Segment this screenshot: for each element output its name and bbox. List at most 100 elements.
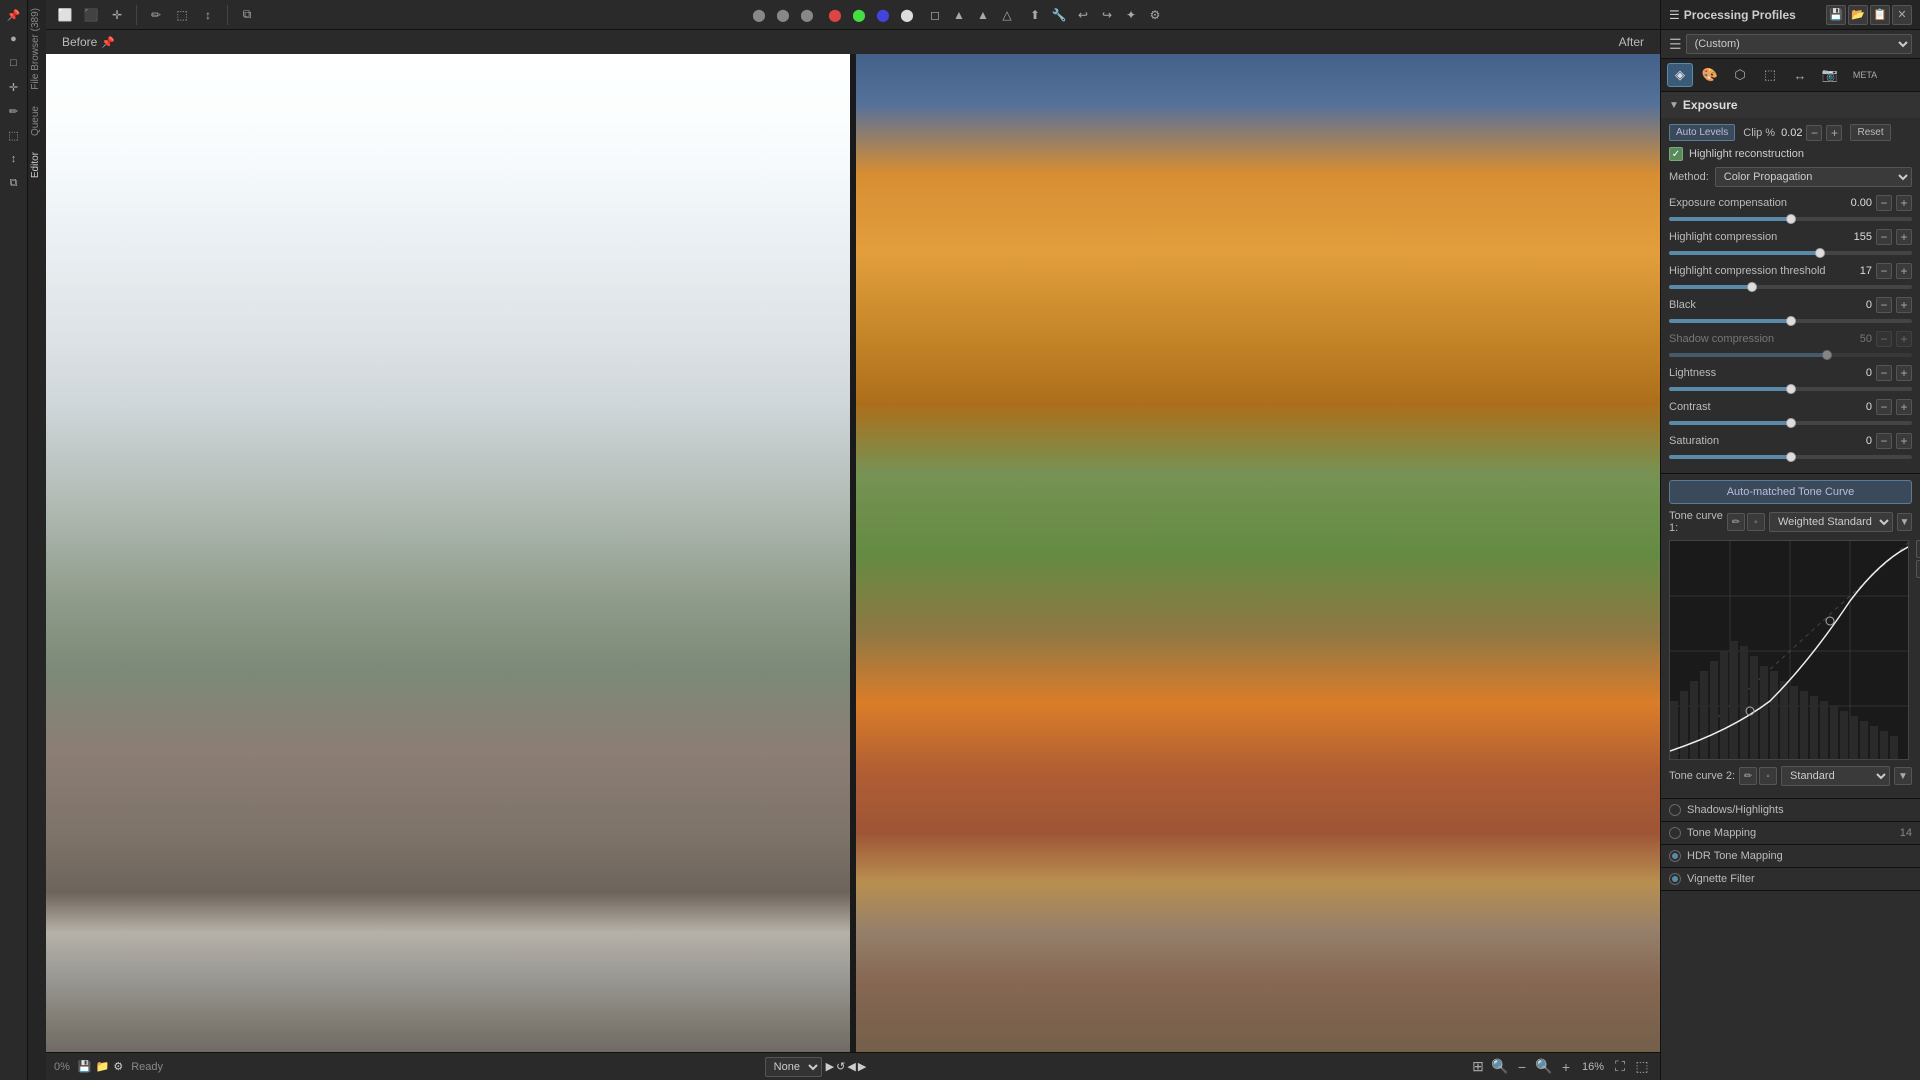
tb-indicator-2[interactable]: ⬤ — [772, 4, 794, 26]
lightness-plus[interactable]: + — [1896, 365, 1912, 381]
hl-thresh-minus[interactable]: − — [1876, 263, 1892, 279]
tb-triangle4[interactable]: △ — [996, 4, 1018, 26]
tb-icon-grid[interactable]: ⧉ — [3, 172, 25, 194]
status-prev-icon[interactable]: ◀ — [847, 1060, 855, 1073]
hl-comp-minus[interactable]: − — [1876, 229, 1892, 245]
vignette-filter-item[interactable]: Vignette Filter — [1661, 868, 1920, 891]
saturation-track[interactable] — [1669, 455, 1912, 459]
black-thumb[interactable] — [1786, 316, 1796, 326]
tab-local[interactable]: ⬚ — [1757, 63, 1783, 87]
tb-color-g[interactable]: ⬤ — [848, 4, 870, 26]
tc1-edit-icon[interactable]: ✏ — [1727, 513, 1745, 531]
tb-arrow[interactable]: ↕ — [197, 4, 219, 26]
exp-comp-minus[interactable]: − — [1876, 195, 1892, 211]
zoom-fit[interactable]: ⊞ — [1468, 1057, 1488, 1077]
tb-triangle3[interactable]: ▲ — [972, 4, 994, 26]
tb-undo[interactable]: ↩ — [1072, 4, 1094, 26]
label-editor[interactable]: Editor — [28, 144, 46, 186]
hl-comp-thumb[interactable] — [1815, 248, 1825, 258]
highlight-recon-checkbox[interactable]: ✓ — [1669, 147, 1683, 161]
black-minus[interactable]: − — [1876, 297, 1892, 313]
shadow-comp-thumb[interactable] — [1822, 350, 1832, 360]
fullscreen-btn[interactable]: ⛶ — [1610, 1057, 1630, 1077]
tb-icon-move[interactable]: ⬚ — [3, 124, 25, 146]
status-save-icon[interactable]: 💾 — [78, 1060, 92, 1073]
contrast-plus[interactable]: + — [1896, 399, 1912, 415]
clip-plus[interactable]: + — [1826, 125, 1842, 141]
tc-btn-1[interactable]: ⊕ — [1916, 540, 1920, 558]
label-filebrowser[interactable]: File Browser (389) — [28, 0, 46, 98]
tab-detail[interactable]: ⬡ — [1727, 63, 1753, 87]
contrast-minus[interactable]: − — [1876, 399, 1892, 415]
tb-icon-hand[interactable]: ↕ — [3, 148, 25, 170]
zoom-out-small[interactable]: 🔍 — [1490, 1057, 1510, 1077]
tc-btn-2[interactable]: ✕ — [1916, 560, 1920, 578]
tc2-edit-icon[interactable]: ✏ — [1739, 767, 1757, 785]
hl-thresh-thumb[interactable] — [1747, 282, 1757, 292]
status-play-icon[interactable]: ▶ — [826, 1060, 834, 1073]
lightness-minus[interactable]: − — [1876, 365, 1892, 381]
saturation-plus[interactable]: + — [1896, 433, 1912, 449]
lightness-track[interactable] — [1669, 387, 1912, 391]
tb-triangle2[interactable]: ▲ — [948, 4, 970, 26]
tc1-select[interactable]: Weighted Standard — [1769, 512, 1893, 532]
profile-select[interactable]: (Custom) — [1686, 34, 1912, 54]
tb-save[interactable]: ⬛ — [80, 4, 102, 26]
panel-btn-4[interactable]: ✕ — [1892, 5, 1912, 25]
tab-meta[interactable]: META — [1847, 63, 1883, 87]
tb-icon-pin[interactable]: 📌 — [3, 4, 25, 26]
method-select[interactable]: Color Propagation — [1715, 167, 1912, 187]
hl-thresh-plus[interactable]: + — [1896, 263, 1912, 279]
tb-icon-pencil[interactable]: ✏ — [3, 100, 25, 122]
tb-icon-circle[interactable]: ● — [3, 28, 25, 50]
none-dropdown[interactable]: None — [765, 1057, 822, 1077]
after-panel[interactable] — [856, 54, 1660, 1052]
tb-gear[interactable]: ⚙ — [1144, 4, 1166, 26]
status-loop-icon[interactable]: ↺ — [836, 1060, 845, 1073]
tc1-point-icon[interactable]: ◦ — [1747, 513, 1765, 531]
tab-exposure[interactable]: ◈ — [1667, 63, 1693, 87]
black-plus[interactable]: + — [1896, 297, 1912, 313]
hdr-tone-mapping-item[interactable]: HDR Tone Mapping — [1661, 845, 1920, 868]
tb-move[interactable]: ⬚ — [171, 4, 193, 26]
before-panel[interactable] — [46, 54, 850, 1052]
zoom-in[interactable]: + — [1556, 1057, 1576, 1077]
shadow-comp-minus[interactable]: − — [1876, 331, 1892, 347]
status-settings-icon[interactable]: ⚙ — [113, 1060, 123, 1073]
zoom-out[interactable]: − — [1512, 1057, 1532, 1077]
tb-pencil[interactable]: ✏ — [145, 4, 167, 26]
tb-add[interactable]: ✛ — [106, 4, 128, 26]
tb-redo[interactable]: ↪ — [1096, 4, 1118, 26]
tb-triangle1[interactable]: ◻ — [924, 4, 946, 26]
tc2-select[interactable]: Standard — [1781, 766, 1890, 786]
label-queue[interactable]: Queue — [28, 98, 46, 144]
hl-comp-plus[interactable]: + — [1896, 229, 1912, 245]
tb-settings[interactable]: 🔧 — [1048, 4, 1070, 26]
sh-radio[interactable] — [1669, 804, 1681, 816]
tb-color-b[interactable]: ⬤ — [872, 4, 894, 26]
tab-color[interactable]: 🎨 — [1697, 63, 1723, 87]
tb-icon-plus[interactable]: ✛ — [3, 76, 25, 98]
hl-thresh-track[interactable] — [1669, 285, 1912, 289]
tb-extra1[interactable]: ⧉ — [236, 4, 258, 26]
tb-snap[interactable]: ✦ — [1120, 4, 1142, 26]
tc2-dropdown-icon[interactable]: ▼ — [1894, 767, 1912, 785]
panel-btn-3[interactable]: 📋 — [1870, 5, 1890, 25]
hdr-radio[interactable] — [1669, 850, 1681, 862]
tone-curve-canvas[interactable] — [1669, 540, 1909, 760]
clip-minus[interactable]: − — [1806, 125, 1822, 141]
panel-btn-2[interactable]: 📂 — [1848, 5, 1868, 25]
saturation-thumb[interactable] — [1786, 452, 1796, 462]
tone-mapping-item[interactable]: Tone Mapping 14 — [1661, 822, 1920, 845]
tc1-dropdown-icon[interactable]: ▼ — [1897, 513, 1912, 531]
exp-comp-thumb[interactable] — [1786, 214, 1796, 224]
view-mode-btn[interactable]: ⬚ — [1632, 1057, 1652, 1077]
hl-comp-track[interactable] — [1669, 251, 1912, 255]
contrast-track[interactable] — [1669, 421, 1912, 425]
tb-color-l[interactable]: ⬤ — [896, 4, 918, 26]
tab-raw[interactable]: 📷 — [1817, 63, 1843, 87]
contrast-thumb[interactable] — [1786, 418, 1796, 428]
shadow-comp-plus[interactable]: + — [1896, 331, 1912, 347]
shadows-highlights-item[interactable]: Shadows/Highlights — [1661, 799, 1920, 822]
exp-comp-plus[interactable]: + — [1896, 195, 1912, 211]
